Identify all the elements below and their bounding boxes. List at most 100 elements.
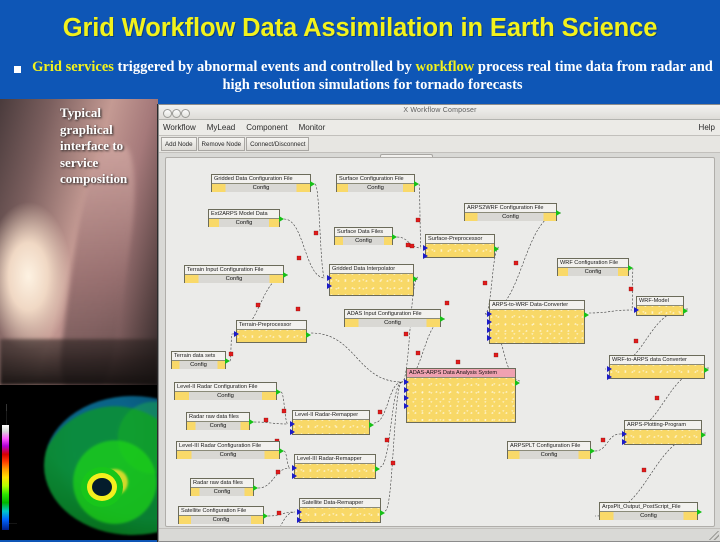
workflow-node-wrf-to-arps-data-converter[interactable]: WRF-to-ARPS data Converter bbox=[606, 355, 709, 380]
node-config-button[interactable]: Config bbox=[187, 422, 249, 430]
node-input-port[interactable] bbox=[403, 395, 409, 401]
workflow-node-arps-plotting-program[interactable]: ARPS-Plotting-Program bbox=[621, 420, 706, 445]
connect-disconnect-button[interactable]: Connect/Disconnect bbox=[246, 137, 310, 151]
menu-mylead[interactable]: MyLead bbox=[207, 123, 235, 132]
workflow-node-satellite-data-remapper[interactable]: Satellite Data-Remapper bbox=[296, 498, 385, 523]
workflow-canvas[interactable]: Gridded Data Configuration File Config Sur… bbox=[166, 158, 714, 526]
menu-component[interactable]: Component bbox=[246, 123, 287, 132]
node-output-port[interactable] bbox=[368, 422, 374, 428]
workflow-node-gridded-data-interpolator[interactable]: Gridded Data Interpolator bbox=[326, 264, 418, 296]
node-config-button[interactable]: Config bbox=[465, 213, 556, 221]
node-output-port[interactable] bbox=[439, 316, 445, 322]
workflow-node-satellite-configuration-file[interactable]: Satellite Configuration File Config bbox=[178, 506, 268, 524]
node-output-port[interactable] bbox=[696, 509, 702, 515]
workflow-node-radar-raw-data-files-2[interactable]: Radar raw data files Config bbox=[190, 478, 258, 496]
node-config-button[interactable]: Config bbox=[172, 361, 225, 369]
workflow-node-adas-arps-data-analysis-system[interactable]: ADAS-ARPS Data Analysis System bbox=[403, 368, 520, 423]
node-output-port[interactable] bbox=[493, 246, 499, 252]
node-config-button[interactable]: Config bbox=[209, 219, 279, 227]
workflow-node-level-iii-radar-remapper[interactable]: Level-III Radar-Remapper bbox=[291, 454, 380, 479]
node-input-port[interactable] bbox=[606, 366, 612, 372]
node-output-port[interactable] bbox=[309, 181, 315, 187]
node-output-port[interactable] bbox=[583, 312, 589, 318]
workflow-node-surface-data-files[interactable]: Surface Data Files Config bbox=[334, 227, 397, 245]
node-output-port[interactable] bbox=[275, 389, 281, 395]
node-output-port[interactable] bbox=[282, 272, 288, 278]
node-input-port[interactable] bbox=[296, 509, 302, 515]
window-resize-grip[interactable] bbox=[709, 531, 719, 540]
add-node-button[interactable]: Add Node bbox=[161, 137, 197, 151]
workflow-node-arpsplt-output-postscript-file[interactable]: ArpsPlt_Output_PostScript_File Config bbox=[599, 502, 702, 520]
menu-monitor[interactable]: Monitor bbox=[299, 123, 326, 132]
node-input-port[interactable] bbox=[291, 473, 297, 479]
node-input-port[interactable] bbox=[486, 311, 492, 317]
workflow-node-terrain-preprocessor[interactable]: Terrain-Preprocessor bbox=[233, 320, 311, 343]
node-output-port[interactable] bbox=[391, 234, 397, 240]
node-output-port[interactable] bbox=[682, 308, 688, 314]
workflow-node-terrain-input-configuration-file[interactable]: Terrain Input Configuration File Config bbox=[184, 265, 288, 283]
node-config-button[interactable]: Config bbox=[212, 184, 310, 192]
node-input-port[interactable] bbox=[403, 387, 409, 393]
node-output-port[interactable] bbox=[305, 332, 311, 338]
workflow-node-ext2arps-model-data[interactable]: Ext2ARPS Model Data Config bbox=[208, 209, 284, 227]
workflow-node-adas-input-configuration-file[interactable]: ADAS Input Configuration File Config bbox=[344, 309, 445, 327]
node-input-port[interactable] bbox=[289, 421, 295, 427]
node-output-port[interactable] bbox=[278, 216, 284, 222]
node-input-port[interactable] bbox=[403, 379, 409, 385]
node-output-port[interactable] bbox=[379, 510, 385, 516]
node-input-port[interactable] bbox=[326, 275, 332, 281]
node-config-button[interactable]: Config bbox=[508, 451, 590, 459]
node-config-button[interactable]: Config bbox=[600, 512, 697, 520]
node-output-port[interactable] bbox=[703, 367, 709, 373]
node-config-button[interactable]: Config bbox=[177, 451, 279, 459]
node-config-button[interactable]: Config bbox=[345, 319, 440, 327]
node-input-port[interactable] bbox=[486, 319, 492, 325]
node-input-port[interactable] bbox=[606, 374, 612, 380]
workflow-node-level-ii-radar-remapper[interactable]: Level-II Radar-Remapper bbox=[289, 410, 374, 435]
node-output-port[interactable] bbox=[700, 432, 706, 438]
node-config-button[interactable]: Config bbox=[185, 275, 283, 283]
node-output-port[interactable] bbox=[248, 419, 254, 425]
remove-node-button[interactable]: Remove Node bbox=[197, 137, 246, 151]
node-input-port[interactable] bbox=[233, 331, 239, 337]
node-output-port[interactable] bbox=[514, 380, 520, 386]
node-output-port[interactable] bbox=[374, 466, 380, 472]
workflow-node-surface-configuration-file[interactable]: Surface Configuration File Config bbox=[336, 174, 419, 192]
menu-workflow[interactable]: Workflow bbox=[163, 123, 196, 132]
workflow-canvas-frame[interactable]: Gridded Data Configuration File Config Sur… bbox=[165, 157, 715, 527]
node-output-port[interactable] bbox=[413, 181, 419, 187]
node-input-port[interactable] bbox=[486, 327, 492, 333]
node-input-port[interactable] bbox=[422, 245, 428, 251]
node-output-port[interactable] bbox=[589, 448, 595, 454]
node-output-port[interactable] bbox=[627, 265, 633, 271]
node-output-port[interactable] bbox=[278, 448, 284, 454]
menu-help[interactable]: Help bbox=[699, 123, 715, 132]
node-output-port[interactable] bbox=[555, 210, 561, 216]
workflow-node-terrain-data-sets[interactable]: Terrain data sets Config bbox=[171, 351, 230, 369]
workflow-node-arpsplt-configuration-file[interactable]: ARPSPLT Configuration File Config bbox=[507, 441, 595, 459]
node-input-port[interactable] bbox=[403, 403, 409, 409]
workflow-node-wrf-configuration-file[interactable]: WRF Configuration File Config bbox=[557, 258, 633, 276]
node-config-button[interactable]: Config bbox=[175, 392, 276, 400]
workflow-node-arps2wrf-configuration-file[interactable]: ARPS2WRF Configuration File Config bbox=[464, 203, 561, 221]
node-input-port[interactable] bbox=[621, 439, 627, 445]
workflow-node-radar-raw-data-files-1[interactable]: Radar raw data files Config bbox=[186, 412, 254, 430]
node-output-port[interactable] bbox=[412, 276, 418, 282]
node-input-port[interactable] bbox=[291, 465, 297, 471]
workflow-node-arps-to-wrf-data-converter[interactable]: ARPS-to-WRF Data-Converter bbox=[486, 300, 589, 344]
node-config-button[interactable]: Config bbox=[335, 237, 392, 245]
node-input-port[interactable] bbox=[296, 517, 302, 523]
node-input-port[interactable] bbox=[633, 307, 639, 313]
node-config-button[interactable]: Config bbox=[179, 516, 263, 524]
node-config-button[interactable]: Config bbox=[337, 184, 414, 192]
node-input-port[interactable] bbox=[289, 429, 295, 435]
node-input-port[interactable] bbox=[326, 283, 332, 289]
node-config-button[interactable]: Config bbox=[558, 268, 628, 276]
workflow-node-level-iii-radar-configuration-file[interactable]: Level-III Radar Configuration File Config bbox=[176, 441, 284, 459]
node-input-port[interactable] bbox=[486, 335, 492, 341]
workflow-node-level-ii-radar-configuration-file[interactable]: Level-II Radar Configuration File Config bbox=[174, 382, 281, 400]
node-input-port[interactable] bbox=[621, 431, 627, 437]
node-input-port[interactable] bbox=[422, 253, 428, 259]
node-config-button[interactable]: Config bbox=[191, 488, 253, 496]
node-output-port[interactable] bbox=[252, 485, 258, 491]
